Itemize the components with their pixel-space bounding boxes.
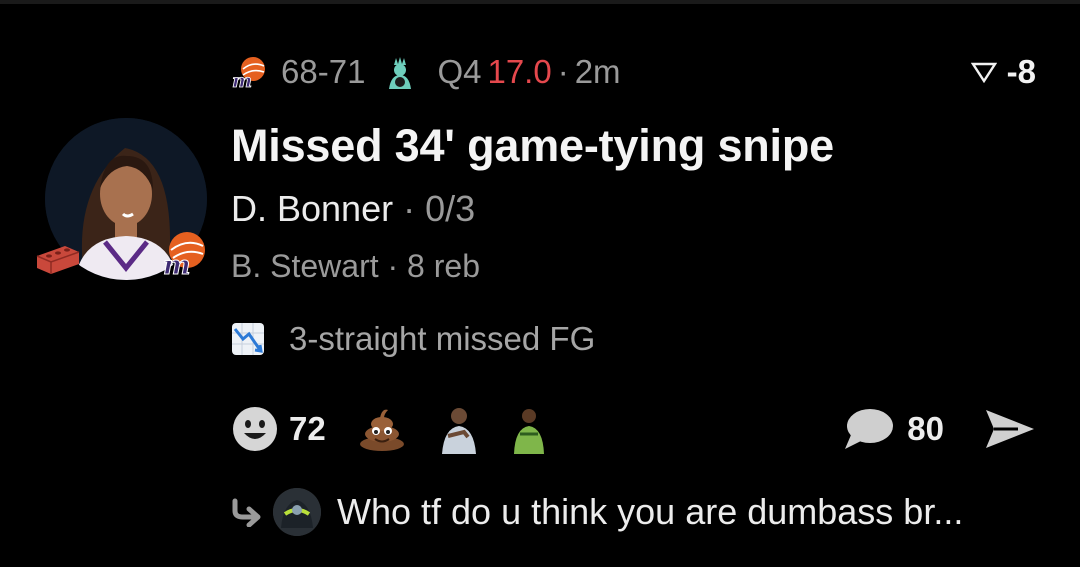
liberty-logo-icon [385,55,415,89]
smiley-icon[interactable] [231,405,279,453]
reply-text[interactable]: Who tf do u think you are dumbass br... [337,491,963,533]
mercury-logo-icon: m [231,54,267,90]
add-reaction-button[interactable]: 72 [231,405,326,453]
share-send-icon[interactable] [984,408,1036,450]
post-headline[interactable]: Missed 34' game-tying snipe [231,120,834,172]
assist-line: B. Stewart · 8 reb [231,248,480,284]
streak-text: 3-straight missed FG [289,320,596,357]
score-separator: - [317,53,329,90]
spread-indicator: -8 [970,52,1036,92]
player-line[interactable]: D. Bonner · 0/3 [231,188,475,230]
top-reply[interactable]: Who tf do u think you are dumbass br... [231,486,963,538]
brick-icon [35,242,81,281]
chart-decreasing-icon [231,322,265,356]
svg-text:m: m [163,251,191,280]
person-gesture-icon[interactable] [433,404,484,454]
streak-line: 3-straight missed FG [231,320,595,358]
mercury-logo-icon: m [157,228,209,285]
reply-avatar[interactable] [273,488,321,536]
pile-of-poo-icon[interactable] [358,406,406,452]
time-ago: 2m [574,53,621,90]
triangle-down-icon [970,61,997,83]
reply-arrow-icon [231,497,263,527]
top-divider [0,0,1080,4]
comment-count[interactable]: 80 [907,410,944,448]
reaction-count: 72 [289,410,326,447]
reaction-bar: 72 [231,403,552,455]
person-green-jersey-icon[interactable] [505,404,552,454]
quarter: Q4 [437,53,482,90]
post-actions: 80 [843,403,1036,455]
separator-dot: · [557,53,569,90]
separator-dot: · [393,188,426,229]
player-avatar[interactable]: m [36,118,207,282]
away-score: 68 [281,53,318,90]
spread-value: -8 [1006,53,1036,90]
comment-icon[interactable] [843,407,895,451]
game-clock: 17.0 [487,53,552,90]
game-status-bar: m 68-71 Q4 17.0 · 2m [231,52,621,92]
player-name[interactable]: D. Bonner [231,188,393,229]
svg-text:m: m [232,70,252,90]
player-stat: 0/3 [425,188,476,229]
home-score: 71 [328,53,366,90]
